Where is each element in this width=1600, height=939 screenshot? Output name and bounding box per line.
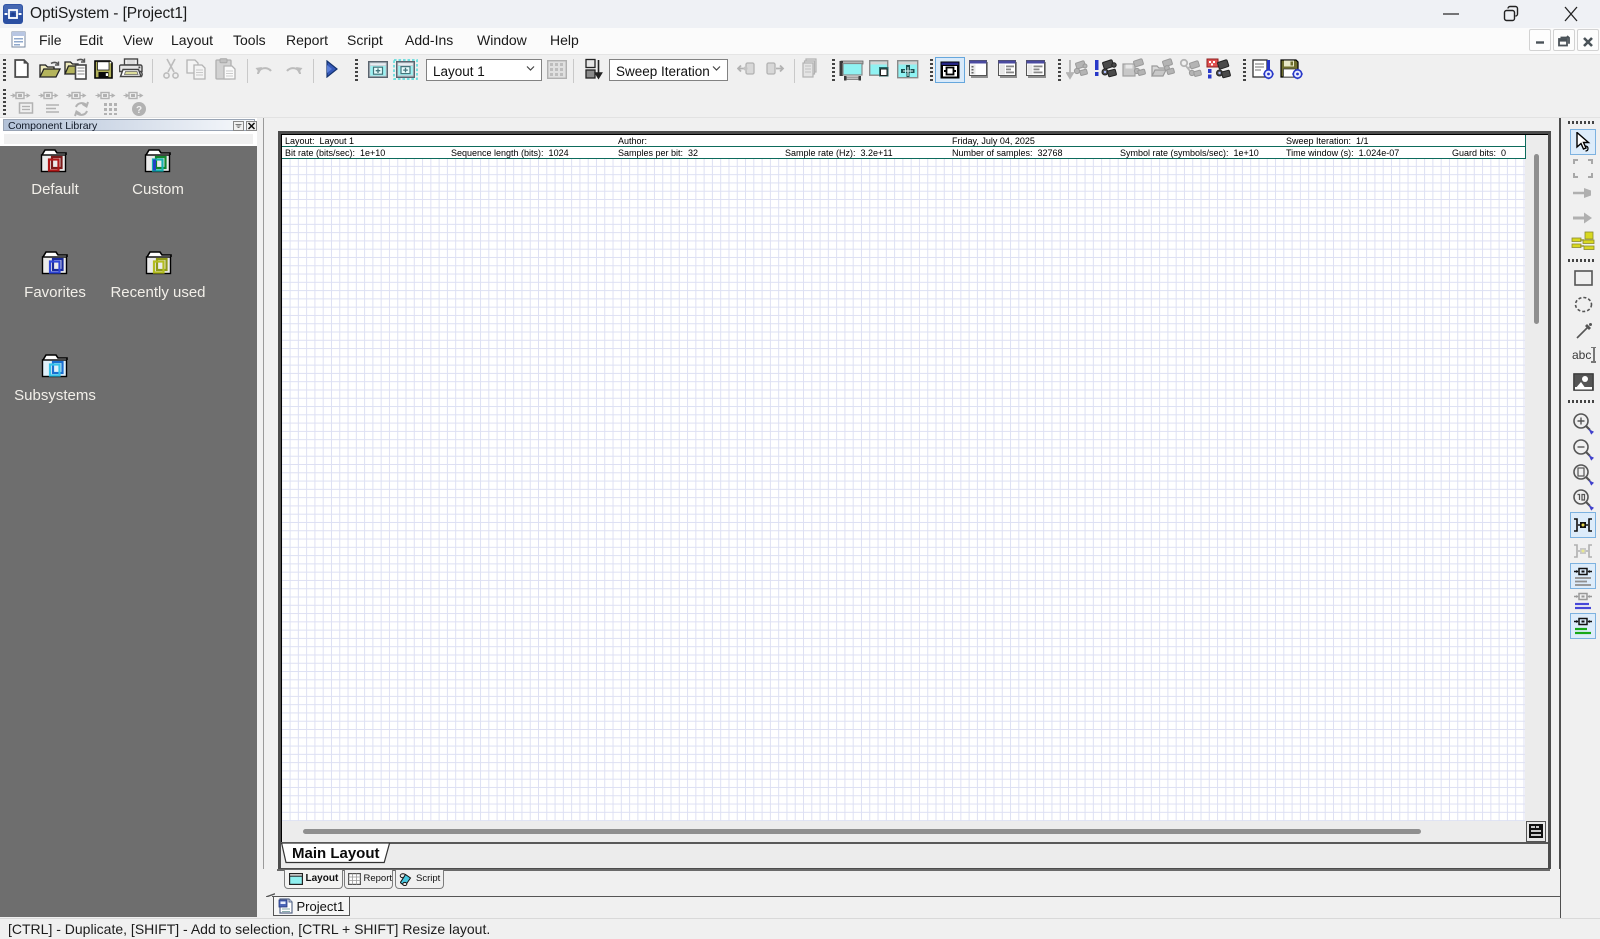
svg-text:?: ? bbox=[136, 105, 142, 116]
